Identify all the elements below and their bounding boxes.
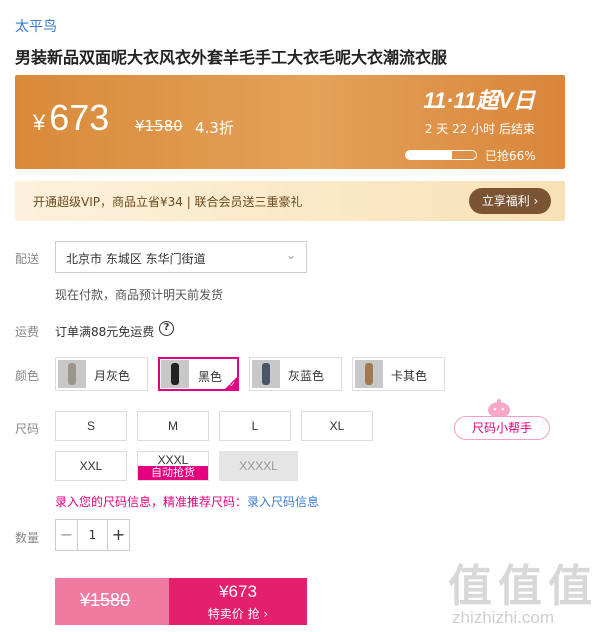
color-option-gray-blue[interactable]: 灰蓝色 [249,357,342,391]
quantity-input[interactable]: 1 [78,520,107,550]
shipping-fee-label: 运费 [15,325,40,339]
buy-now-button[interactable]: ¥673 特卖价 抢 › [169,578,307,625]
size-option-xxxxl: XXXXL [219,451,298,481]
discount-label: 4.3折 [195,119,234,137]
quantity-label: 数量 [15,531,40,545]
watermark-glyph: 值 [448,561,492,612]
watermark-glyph: 值 [548,561,592,612]
price-value: 673 [49,97,110,138]
size-label: 尺码 [15,422,40,436]
size-option-m[interactable]: M [137,411,209,441]
coat-swatch [171,363,179,385]
vip-benefit-button[interactable]: 立享福利 › [469,188,551,214]
color-option-label: 卡其色 [391,369,428,383]
size-helper-button[interactable]: 尺码小帮手 [454,416,550,440]
address-select[interactable]: 北京市 东城区 东华门街道 ⌄ [55,241,307,273]
check-icon: ✓ [229,380,236,389]
original-price-button[interactable]: ¥1580 [55,578,169,625]
coat-swatch [68,363,76,385]
chevron-down-icon: ⌄ [285,248,296,262]
size-option-l[interactable]: L [219,411,291,441]
color-option-label: 黑色 [198,370,223,384]
coat-swatch [365,363,373,385]
size-info-text: 录入您的尺码信息，精准推荐尺码： [55,495,248,509]
size-option-xxxl[interactable]: XXXL 自动抢货 [137,451,209,481]
shipping-estimate: 现在付款，商品预计明天前发货 [55,288,224,302]
sold-progress-fill [406,151,453,159]
color-thumbnail [355,360,383,388]
shipping-fee-text: 订单满88元免运费 [55,325,155,339]
vip-promo-text: 开通超级VIP，商品立省¥34 | 联合会员送三重豪礼 [33,195,303,209]
color-option-label: 灰蓝色 [288,369,325,383]
minus-icon[interactable]: − [56,520,78,550]
size-option-xl[interactable]: XL [301,411,373,441]
original-price: ¥1580 [135,117,183,135]
help-icon[interactable]: ? [159,321,174,336]
size-option-label: XXXL [157,453,189,467]
color-option-moon-gray[interactable]: 月灰色 [55,357,148,391]
address-value: 北京市 东城区 东华门街道 [66,252,206,266]
brand-link[interactable]: 太平鸟 [15,16,57,36]
currency-symbol: ¥ [33,110,46,135]
size-info-link[interactable]: 录入尺码信息 [247,495,319,509]
product-title: 男装新品双面呢大衣风衣外套羊毛手工大衣毛呢大衣潮流衣服 [15,48,448,67]
size-option-xxl[interactable]: XXL [55,451,127,481]
size-info-prompt: 录入您的尺码信息，精准推荐尺码：录入尺码信息 [55,493,319,510]
color-thumbnail [161,360,189,388]
promo-logo: 11·11超V日 [423,88,535,113]
price-banner: ¥673 ¥1580 4.3折 11·11超V日 2 天 22 小时 后结束 已… [15,75,565,169]
vip-promo-bar: 开通超级VIP，商品立省¥34 | 联合会员送三重豪礼 立享福利 › [15,181,565,221]
coat-swatch [262,363,270,385]
delivery-label: 配送 [15,252,40,266]
watermark: 值 值 值 zhizhizhi.com [448,550,598,630]
countdown-text: 2 天 22 小时 后结束 [424,122,535,136]
buy-original-price: ¥1580 [80,590,131,610]
color-option-khaki[interactable]: 卡其色 [352,357,445,391]
buy-action-label: 特卖价 抢 › [207,607,269,621]
color-label: 颜色 [15,369,40,383]
plus-icon[interactable]: + [107,520,129,550]
buy-price: ¥673 [219,582,257,601]
color-thumbnail [58,360,86,388]
current-price: ¥673 [33,97,109,139]
color-option-black[interactable]: 黑色 ✓ [158,357,239,391]
size-option-s[interactable]: S [55,411,127,441]
watermark-text: zhizhizhi.com [452,608,555,627]
color-thumbnail [252,360,280,388]
sold-progress-bar [405,150,477,160]
watermark-glyph: 值 [498,561,542,612]
quantity-stepper: − 1 + [55,519,130,551]
auto-grab-tag: 自动抢货 [138,466,208,480]
sold-progress-text: 已抢66% [485,149,536,163]
color-option-label: 月灰色 [94,369,131,383]
mascot-icon [488,399,510,418]
